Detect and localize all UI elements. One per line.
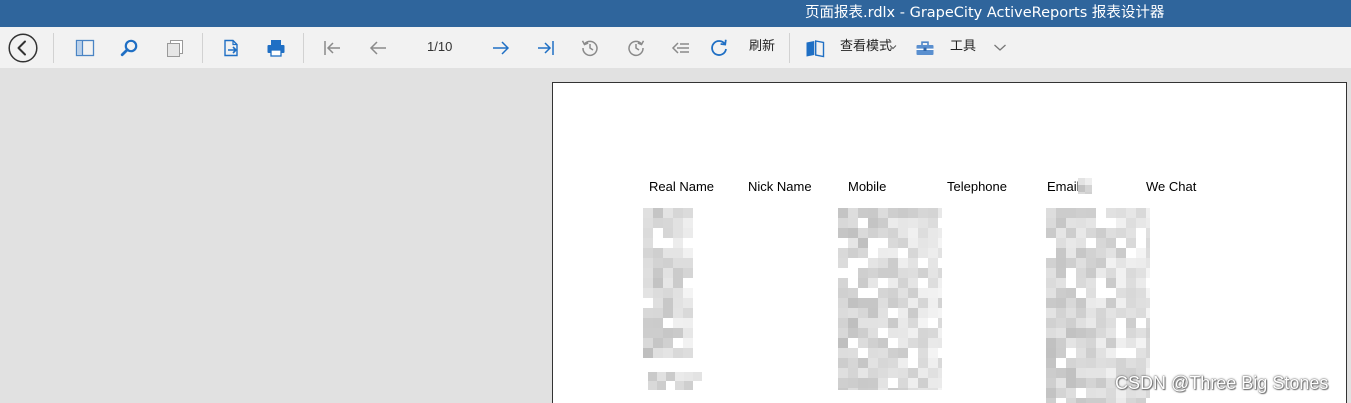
view-mode-dropdown[interactable] <box>889 43 897 51</box>
back-to-parent-button[interactable] <box>671 38 691 58</box>
history-back-button[interactable] <box>580 38 600 58</box>
window-title-bar: 页面报表.rdlx - GrapeCity ActiveReports 报表设计… <box>0 0 1351 27</box>
toolbar-separator <box>202 33 203 63</box>
last-page-icon <box>538 41 554 55</box>
tools-button[interactable] <box>915 38 935 58</box>
watermark: CSDN @Three Big Stones <box>1115 373 1329 393</box>
column-header-real-name: Real Name <box>649 179 715 194</box>
print-button[interactable] <box>266 38 286 58</box>
refresh-icon <box>711 39 727 56</box>
tools-dropdown[interactable] <box>993 43 1007 52</box>
sidebar-toggle-button[interactable] <box>75 38 95 58</box>
toolbar-separator <box>789 33 790 63</box>
history-forward-icon <box>628 40 645 57</box>
view-mode-button[interactable] <box>805 38 825 58</box>
first-page-icon <box>324 41 340 55</box>
window-title: 页面报表.rdlx - GrapeCity ActiveReports 报表设计… <box>805 5 1165 21</box>
search-icon <box>120 39 138 57</box>
column-header-email: Email <box>1047 179 1080 194</box>
export-page-button[interactable] <box>221 38 241 58</box>
view-mode-label[interactable]: 查看模式 <box>840 39 892 55</box>
export-page-icon <box>224 39 238 57</box>
sidebar-toggle-icon <box>75 39 95 57</box>
refresh-button[interactable] <box>709 38 729 58</box>
column-header-nick-name: Nick Name <box>748 179 812 194</box>
back-button[interactable] <box>8 33 38 63</box>
history-back-icon <box>581 40 598 57</box>
page-indicator[interactable]: 1/10 <box>427 39 452 55</box>
copy-pages-icon <box>167 40 183 57</box>
report-page: Real Name Nick Name Mobile Telephone Ema… <box>552 82 1347 403</box>
column-header-telephone: Telephone <box>947 179 1007 194</box>
back-icon <box>8 33 38 63</box>
last-page-button[interactable] <box>536 38 556 58</box>
view-mode-book-icon <box>806 40 825 58</box>
next-page-icon <box>493 41 510 55</box>
tools-label[interactable]: 工具 <box>950 39 976 55</box>
first-page-button[interactable] <box>322 38 342 58</box>
previous-page-icon <box>369 41 386 55</box>
history-forward-button[interactable] <box>626 38 646 58</box>
column-header-we-chat: We Chat <box>1146 179 1197 194</box>
view-mode-chevron-icon <box>889 45 897 50</box>
print-icon <box>267 40 285 57</box>
toolbox-icon <box>916 41 934 55</box>
previous-page-button[interactable] <box>368 38 388 58</box>
refresh-label[interactable]: 刷新 <box>749 39 775 55</box>
tools-chevron-down-icon <box>994 44 1006 51</box>
copy-pages-button[interactable] <box>165 38 185 58</box>
back-to-parent-icon <box>671 42 689 54</box>
toolbar-separator <box>53 33 54 63</box>
next-page-button[interactable] <box>491 38 511 58</box>
viewer-toolbar: 1/10 刷新 查看模式 工具 <box>0 27 1351 68</box>
toolbar-separator <box>303 33 304 63</box>
column-header-mobile: Mobile <box>848 179 887 194</box>
search-button[interactable] <box>119 38 139 58</box>
